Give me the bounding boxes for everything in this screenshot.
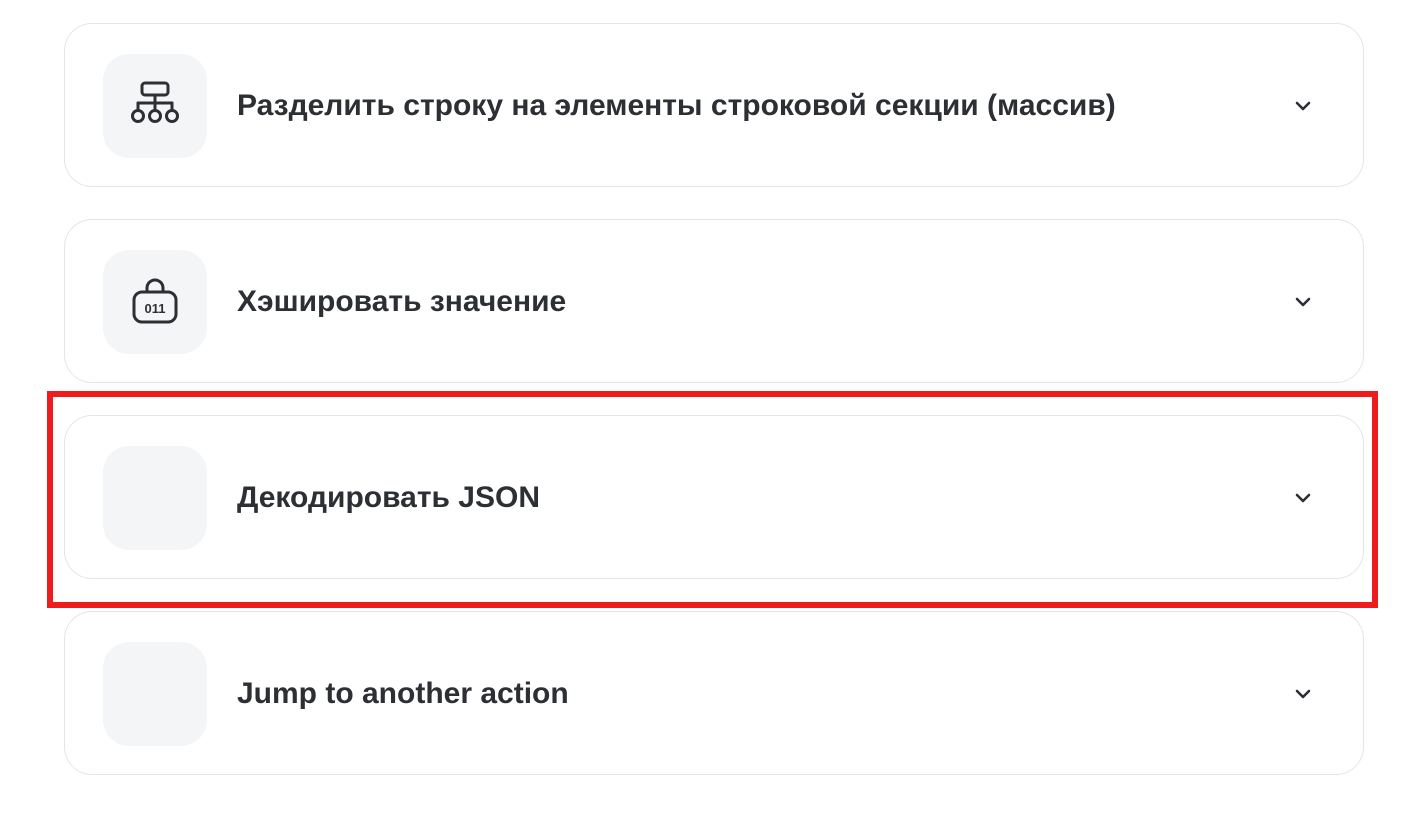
action-label: Jump to another action	[237, 677, 569, 710]
action-card-split-string[interactable]: Разделить строку на элементы строковой с…	[64, 23, 1364, 187]
chevron-down-icon[interactable]	[1291, 94, 1315, 118]
empty-icon-placeholder	[103, 446, 207, 550]
empty-icon-placeholder	[103, 642, 207, 746]
action-card-decode-json[interactable]: Декодировать JSON	[64, 415, 1364, 579]
action-label: Хэшировать значение	[237, 285, 567, 318]
action-card-jump-to-action[interactable]: Jump to another action	[64, 611, 1364, 775]
chevron-down-icon[interactable]	[1291, 290, 1315, 314]
action-label: Декодировать JSON	[237, 481, 541, 514]
action-card-hash-value[interactable]: 011 Хэшировать значение	[64, 219, 1364, 383]
action-label: Разделить строку на элементы строковой с…	[237, 89, 1116, 122]
hash-bag-icon-text: 011	[145, 301, 166, 316]
split-array-icon	[103, 54, 207, 158]
hash-bag-icon: 011	[103, 250, 207, 354]
chevron-down-icon[interactable]	[1291, 682, 1315, 706]
action-list: Разделить строку на элементы строковой с…	[0, 0, 1420, 832]
chevron-down-icon[interactable]	[1291, 486, 1315, 510]
